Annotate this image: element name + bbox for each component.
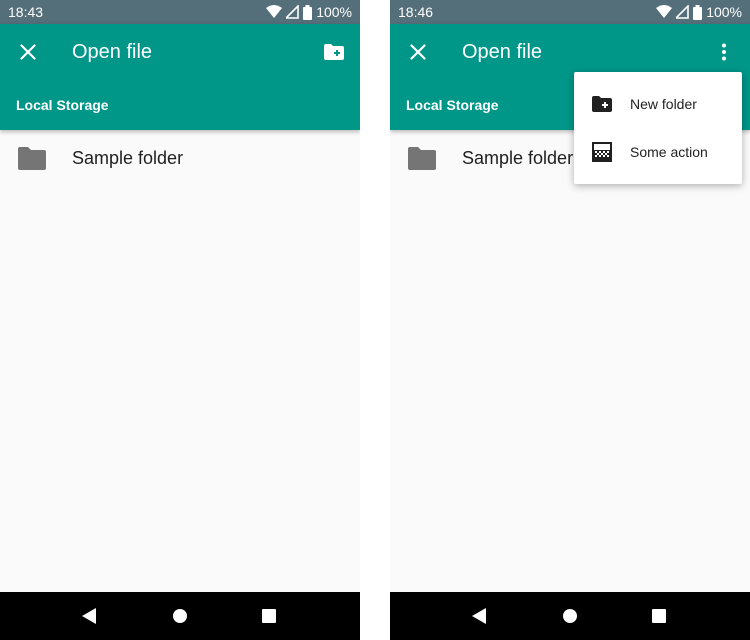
- home-icon: [563, 609, 577, 623]
- home-button[interactable]: [558, 604, 582, 628]
- menu-item-some-action[interactable]: Some action: [574, 128, 742, 176]
- signal-icon: [676, 5, 689, 19]
- storage-subtitle: Local Storage: [16, 97, 109, 113]
- create-folder-icon: [324, 44, 344, 60]
- status-icons: 100%: [656, 0, 742, 24]
- recents-button[interactable]: [257, 604, 281, 628]
- battery-percent: 100%: [316, 4, 352, 20]
- status-time: 18:46: [398, 4, 434, 20]
- home-icon: [173, 609, 187, 623]
- signal-icon: [286, 5, 299, 19]
- wifi-icon: [656, 5, 673, 18]
- more-vert-icon: [722, 43, 726, 61]
- folder-icon: [408, 147, 436, 170]
- wifi-icon: [266, 5, 283, 18]
- status-bar: 18:43 100%: [0, 0, 360, 24]
- close-button[interactable]: [14, 38, 42, 66]
- phone-screen-right: 18:46 100% Open file Local Storage Sampl…: [390, 0, 750, 640]
- recents-icon: [262, 609, 276, 623]
- menu-item-new-folder[interactable]: New folder: [574, 80, 742, 128]
- close-icon: [20, 44, 36, 60]
- file-list: Sample folder: [0, 130, 360, 186]
- back-button[interactable]: [77, 604, 101, 628]
- recents-icon: [652, 609, 666, 623]
- folder-icon: [18, 147, 46, 170]
- back-icon: [472, 608, 486, 624]
- gradient-icon: [592, 142, 612, 162]
- navigation-bar: [390, 592, 750, 640]
- battery-percent: 100%: [706, 4, 742, 20]
- more-options-button[interactable]: [710, 38, 738, 66]
- item-label: Sample folder: [72, 148, 184, 168]
- status-bar: 18:46 100%: [390, 0, 750, 24]
- status-icons: 100%: [266, 0, 352, 24]
- create-folder-icon: [592, 96, 612, 112]
- phone-screen-left: 18:43 100% Open file Local Storage Sampl…: [0, 0, 360, 640]
- item-label: Sample folder: [462, 148, 574, 168]
- overflow-menu: New folder Some action: [574, 72, 742, 184]
- home-button[interactable]: [168, 604, 192, 628]
- status-time: 18:43: [8, 4, 44, 20]
- storage-subtitle: Local Storage: [406, 97, 499, 113]
- back-button[interactable]: [467, 604, 491, 628]
- new-folder-button[interactable]: [320, 38, 348, 66]
- recents-button[interactable]: [647, 604, 671, 628]
- page-title: Open file: [72, 41, 153, 63]
- list-item[interactable]: Sample folder: [0, 130, 360, 186]
- page-title: Open file: [462, 41, 543, 63]
- back-icon: [82, 608, 96, 624]
- menu-item-label: Some action: [630, 144, 708, 160]
- battery-icon: [693, 4, 703, 20]
- navigation-bar: [0, 592, 360, 640]
- battery-icon: [303, 4, 313, 20]
- menu-item-label: New folder: [630, 96, 697, 112]
- close-icon: [410, 44, 426, 60]
- app-bar: Open file Local Storage: [0, 24, 360, 130]
- close-button[interactable]: [404, 38, 432, 66]
